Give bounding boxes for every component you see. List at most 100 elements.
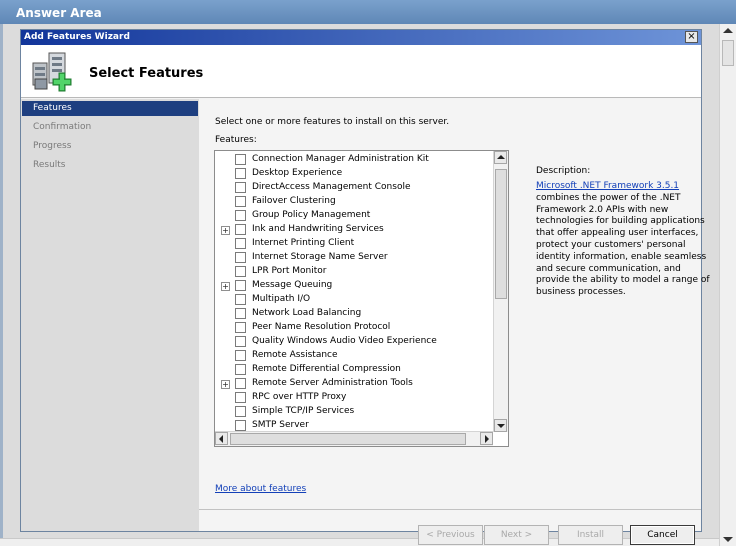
feature-label: Message Queuing bbox=[252, 280, 333, 290]
feature-checkbox[interactable] bbox=[235, 210, 246, 221]
feature-checkbox[interactable] bbox=[235, 406, 246, 417]
wizard-title-bar: Add Features Wizard × bbox=[21, 30, 701, 45]
page-title: Select Features bbox=[89, 66, 204, 81]
feature-label: Quality Windows Audio Video Experience bbox=[252, 336, 437, 346]
answer-area-title: Answer Area bbox=[0, 0, 736, 24]
feature-row[interactable]: Quality Windows Audio Video Experience bbox=[215, 335, 495, 349]
feature-row[interactable]: LPR Port Monitor bbox=[215, 265, 495, 279]
expand-plus-icon[interactable]: + bbox=[221, 226, 230, 235]
feature-checkbox[interactable] bbox=[235, 182, 246, 193]
feature-row[interactable]: Connection Manager Administration Kit bbox=[215, 153, 495, 167]
feature-checkbox[interactable] bbox=[235, 364, 246, 375]
feature-row[interactable]: + Remote Server Administration Tools bbox=[215, 377, 495, 391]
feature-label: Peer Name Resolution Protocol bbox=[252, 322, 391, 332]
arrow-up-icon bbox=[497, 155, 505, 159]
close-icon: × bbox=[687, 31, 696, 42]
feature-label: Internet Storage Name Server bbox=[252, 252, 388, 262]
feature-checkbox[interactable] bbox=[235, 280, 246, 291]
feature-row[interactable]: DirectAccess Management Console bbox=[215, 181, 495, 195]
add-features-wizard-window: Add Features Wizard × Select Features Fe… bbox=[20, 29, 710, 545]
wizard-steps-nav: Features Confirmation Progress Results bbox=[21, 99, 199, 531]
feature-row[interactable]: Peer Name Resolution Protocol bbox=[215, 321, 495, 335]
description-body: combines the power of the .NET Framework… bbox=[536, 192, 710, 298]
nav-step-features[interactable]: Features bbox=[22, 101, 198, 116]
feature-checkbox[interactable] bbox=[235, 308, 246, 319]
scroll-right-button[interactable] bbox=[480, 432, 493, 445]
feature-row[interactable]: Desktop Experience bbox=[215, 167, 495, 181]
feature-checkbox[interactable] bbox=[235, 378, 246, 389]
cancel-button[interactable]: Cancel bbox=[630, 525, 695, 545]
wizard-content: Select one or more features to install o… bbox=[199, 99, 710, 545]
feature-checkbox[interactable] bbox=[235, 238, 246, 249]
wizard-header: Select Features bbox=[21, 45, 701, 98]
feature-row[interactable]: Group Policy Management bbox=[215, 209, 495, 223]
scroll-down-icon[interactable] bbox=[723, 537, 733, 542]
feature-checkbox[interactable] bbox=[235, 252, 246, 263]
vertical-scroll-thumb[interactable] bbox=[495, 169, 507, 299]
feature-label: SMTP Server bbox=[252, 420, 309, 430]
scroll-down-button[interactable] bbox=[494, 419, 507, 432]
feature-checkbox[interactable] bbox=[235, 266, 246, 277]
feature-checkbox[interactable] bbox=[235, 336, 246, 347]
feature-label: Network Load Balancing bbox=[252, 308, 362, 318]
nav-step-results[interactable]: Results bbox=[22, 158, 198, 173]
arrow-down-icon bbox=[497, 424, 505, 428]
arrow-right-icon bbox=[485, 435, 489, 443]
close-button[interactable]: × bbox=[685, 31, 698, 43]
previous-button[interactable]: < Previous bbox=[418, 525, 483, 545]
feature-checkbox[interactable] bbox=[235, 168, 246, 179]
feature-checkbox[interactable] bbox=[235, 420, 246, 431]
scroll-left-button[interactable] bbox=[215, 432, 228, 445]
feature-row[interactable]: Remote Differential Compression bbox=[215, 363, 495, 377]
feature-row[interactable]: Network Load Balancing bbox=[215, 307, 495, 321]
next-button[interactable]: Next > bbox=[484, 525, 549, 545]
nav-step-confirmation[interactable]: Confirmation bbox=[22, 120, 198, 135]
feature-label: Connection Manager Administration Kit bbox=[252, 154, 429, 164]
feature-label: Ink and Handwriting Services bbox=[252, 224, 384, 234]
feature-checkbox[interactable] bbox=[235, 154, 246, 165]
expand-plus-icon[interactable]: + bbox=[221, 282, 230, 291]
feature-label: Failover Clustering bbox=[252, 196, 336, 206]
feature-label: Internet Printing Client bbox=[252, 238, 355, 248]
dotnet-framework-link[interactable]: Microsoft .NET Framework 3.5.1 bbox=[536, 181, 679, 191]
feature-label: Desktop Experience bbox=[252, 168, 343, 178]
scroll-up-icon[interactable] bbox=[723, 28, 733, 33]
feature-row[interactable]: Simple TCP/IP Services bbox=[215, 405, 495, 419]
feature-checkbox[interactable] bbox=[235, 294, 246, 305]
feature-row[interactable]: Remote Assistance bbox=[215, 349, 495, 363]
nav-step-progress[interactable]: Progress bbox=[22, 139, 198, 154]
install-button[interactable]: Install bbox=[558, 525, 623, 545]
feature-label: Remote Differential Compression bbox=[252, 364, 401, 374]
page-scroll-thumb[interactable] bbox=[722, 40, 734, 66]
feature-row[interactable]: RPC over HTTP Proxy bbox=[215, 391, 495, 405]
features-horizontal-scrollbar[interactable] bbox=[215, 431, 493, 446]
feature-row[interactable]: Failover Clustering bbox=[215, 195, 495, 209]
feature-checkbox[interactable] bbox=[235, 350, 246, 361]
feature-label: Simple TCP/IP Services bbox=[252, 406, 355, 416]
feature-row[interactable]: Multipath I/O bbox=[215, 293, 495, 307]
more-about-features-link[interactable]: More about features bbox=[215, 484, 306, 494]
feature-row[interactable]: + Ink and Handwriting Services bbox=[215, 223, 495, 237]
expand-plus-icon[interactable]: + bbox=[221, 380, 230, 389]
feature-checkbox[interactable] bbox=[235, 224, 246, 235]
feature-checkbox[interactable] bbox=[235, 196, 246, 207]
feature-label: RPC over HTTP Proxy bbox=[252, 392, 347, 402]
horizontal-scroll-thumb[interactable] bbox=[230, 433, 466, 445]
feature-row[interactable]: + Message Queuing bbox=[215, 279, 495, 293]
description-text: Microsoft .NET Framework 3.5.1 combines … bbox=[536, 181, 714, 299]
feature-checkbox[interactable] bbox=[235, 322, 246, 333]
instruction-text: Select one or more features to install o… bbox=[215, 117, 450, 127]
footer-divider bbox=[199, 509, 701, 510]
page-scrollbar[interactable] bbox=[719, 24, 736, 546]
feature-label: Multipath I/O bbox=[252, 294, 311, 304]
feature-label: Remote Assistance bbox=[252, 350, 338, 360]
scroll-up-button[interactable] bbox=[494, 151, 507, 164]
feature-label: Remote Server Administration Tools bbox=[252, 378, 413, 388]
description-label: Description: bbox=[536, 166, 591, 176]
features-tree-list[interactable]: Connection Manager Administration Kit De… bbox=[214, 150, 509, 447]
feature-row[interactable]: Internet Printing Client bbox=[215, 237, 495, 251]
feature-checkbox[interactable] bbox=[235, 392, 246, 403]
feature-row[interactable]: Internet Storage Name Server bbox=[215, 251, 495, 265]
feature-label: Group Policy Management bbox=[252, 210, 371, 220]
features-vertical-scrollbar[interactable] bbox=[493, 151, 508, 432]
